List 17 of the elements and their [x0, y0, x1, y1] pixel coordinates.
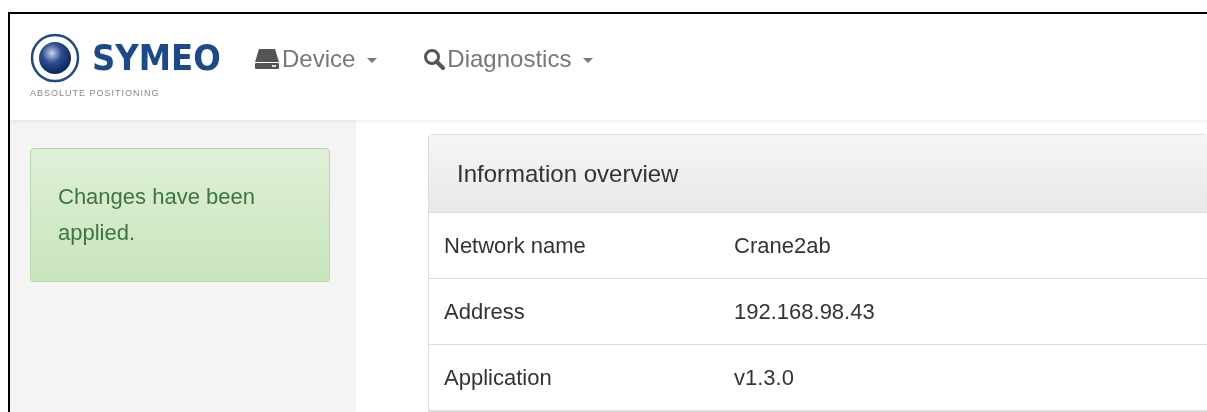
row-value: Crane2ab [734, 232, 831, 260]
nav-menu[interactable]: Device [254, 41, 380, 77]
row-label: Address [444, 298, 526, 326]
brand-name: SYMEO [92, 37, 221, 80]
search-icon [423, 48, 446, 70]
row-label: Application [444, 364, 553, 392]
drive-icon [254, 48, 280, 70]
logo-sphere-icon [30, 33, 80, 84]
alert-message: Changes have been applied. [58, 183, 256, 247]
row-value: v1.3.0 [734, 364, 794, 392]
caret-icon [365, 57, 380, 65]
panel-title: Information overview [457, 158, 679, 189]
caret-icon [581, 57, 596, 65]
row-label: Network name [444, 232, 587, 260]
nav-menu[interactable]: Diagnostics [423, 41, 596, 77]
row-value: 192.168.98.43 [734, 298, 875, 326]
brand-tagline: ABSOLUTE POSITIONING [30, 87, 160, 101]
